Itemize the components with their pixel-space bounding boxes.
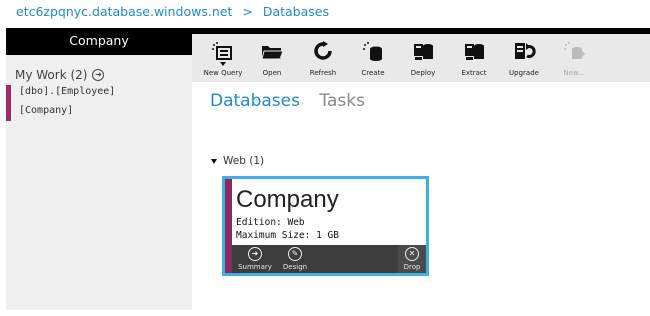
extract-label: Extract: [461, 69, 487, 77]
breadcrumb: etc6zpqnyc.database.windows.net > Databa…: [16, 4, 329, 19]
drop-label: Drop: [403, 263, 421, 271]
create-label: Create: [361, 69, 385, 77]
design-button[interactable]: ✎ Design: [275, 247, 315, 271]
tile-max-size: Maximum Size: 1 GB: [236, 230, 339, 241]
my-work-label: My Work (2): [15, 68, 88, 82]
open-button[interactable]: Open: [248, 34, 296, 82]
upgrade-icon: [515, 43, 536, 59]
my-work-link[interactable]: My Work (2) ➜: [15, 68, 105, 82]
close-icon: ✕: [405, 247, 419, 261]
upgrade-button[interactable]: Upgrade: [500, 34, 548, 82]
extract-icon: [465, 44, 484, 60]
group-label: Web (1): [223, 155, 265, 167]
refresh-icon: [314, 41, 332, 60]
deploy-button[interactable]: Deploy: [399, 34, 447, 82]
sidebar-header[interactable]: Company: [6, 28, 192, 55]
create-button[interactable]: Create: [349, 34, 397, 82]
database-tile[interactable]: Company Edition: Web Maximum Size: 1 GB …: [222, 176, 429, 276]
breadcrumb-current[interactable]: Databases: [263, 4, 329, 19]
new-query-label: New Query: [203, 69, 243, 77]
deploy-label: Deploy: [410, 69, 436, 77]
extract-button[interactable]: Extract: [450, 34, 498, 82]
drop-inner: ✕ Drop: [392, 247, 426, 271]
design-label: Design: [282, 263, 308, 271]
pencil-icon: ✎: [288, 247, 302, 261]
new-query-icon: [212, 42, 232, 60]
tile-edition: Edition: Web: [236, 217, 305, 228]
view-tabs: Databases Tasks: [210, 91, 379, 111]
breadcrumb-separator: >: [242, 4, 253, 19]
drop-button[interactable]: ✕ Drop: [398, 245, 426, 273]
toolbar: New Query Open Refresh Create Deploy Ext…: [192, 34, 650, 82]
tab-databases[interactable]: Databases: [210, 91, 300, 111]
breadcrumb-server-link[interactable]: etc6zpqnyc.database.windows.net: [16, 4, 232, 19]
refresh-label: Refresh: [309, 69, 337, 77]
tile-action-bar: ➜ Summary ✎ Design ✕ Drop: [232, 245, 426, 273]
upgrade-label: Upgrade: [509, 69, 539, 77]
sidebar-selected-item[interactable]: [dbo].[Employee] [Company]: [6, 85, 192, 121]
selection-indicator: [6, 85, 11, 121]
expand-triangle-icon[interactable]: [211, 158, 217, 164]
summary-label: Summary: [238, 263, 272, 271]
tile-accent-bar: [225, 179, 232, 273]
selected-table-label: [dbo].[Employee]: [19, 86, 116, 97]
tile-title: Company: [236, 186, 339, 213]
new-disabled-icon: [564, 42, 586, 59]
deploy-icon: [414, 44, 433, 60]
tab-tasks[interactable]: Tasks: [319, 91, 365, 111]
chevron-down-icon: [220, 62, 226, 66]
open-label: Open: [262, 69, 282, 77]
group-header-web[interactable]: Web (1): [211, 155, 264, 167]
folder-open-icon: [261, 46, 284, 60]
sidebar: Company My Work (2) ➜ [dbo].[Employee] […: [6, 28, 192, 310]
arrow-right-icon[interactable]: ➜: [92, 69, 105, 81]
new-query-button[interactable]: New Query: [199, 34, 247, 82]
create-database-icon: [363, 42, 382, 61]
refresh-button[interactable]: Refresh: [299, 34, 347, 82]
new-button[interactable]: New...: [550, 34, 598, 82]
new-label: New...: [563, 69, 585, 77]
arrow-right-icon: ➜: [248, 247, 262, 261]
selected-db-label: [Company]: [19, 105, 74, 116]
summary-button[interactable]: ➜ Summary: [235, 247, 275, 271]
